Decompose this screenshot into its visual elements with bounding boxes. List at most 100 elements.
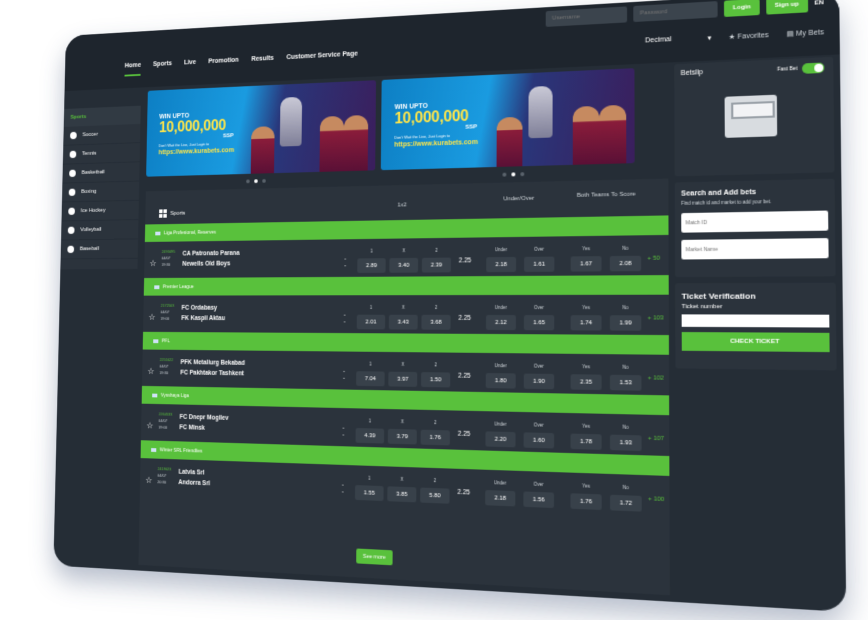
odds-button[interactable]: 1.65 — [523, 315, 555, 331]
odds-button[interactable]: 1.50 — [420, 372, 451, 388]
language-selector[interactable]: EN — [814, 0, 823, 7]
odds-button[interactable]: 4.39 — [355, 427, 385, 444]
match-teams[interactable]: FC Ordabasy FK Kaspii Aktau — [181, 303, 225, 324]
fast-bet: Fast Bet — [777, 62, 825, 75]
more-markets-link[interactable]: + 50 — [647, 256, 660, 262]
odds-button[interactable]: 7.04 — [356, 371, 385, 387]
odds-button[interactable]: 1.80 — [485, 373, 516, 389]
odds-button[interactable]: 3.85 — [387, 486, 417, 503]
carousel-dot[interactable] — [262, 179, 266, 183]
more-markets-link[interactable]: + 100 — [648, 496, 664, 503]
nav-sports[interactable]: Sports — [153, 60, 172, 75]
favorite-star-icon[interactable]: ☆ — [146, 421, 153, 432]
flag-icon — [153, 338, 159, 343]
odds-button[interactable]: 1.76 — [570, 493, 602, 510]
login-button[interactable]: Login — [724, 0, 760, 17]
score-dashes: -- — [344, 256, 347, 270]
away-team: Andorra Srl — [178, 479, 211, 488]
odds-button[interactable]: 2.18 — [486, 256, 517, 273]
odds-button[interactable]: 1.55 — [354, 485, 384, 502]
promo-banner-2[interactable]: WIN UPTO 10,000,000 SSP Don't Wait the L… — [380, 68, 635, 171]
odds-button[interactable]: 2.39 — [421, 257, 451, 273]
odds-button[interactable]: 1.74 — [570, 315, 602, 331]
odds-button[interactable]: 1.56 — [523, 491, 555, 509]
match-id-input[interactable] — [681, 210, 829, 233]
odds-button[interactable]: 1.76 — [420, 429, 450, 446]
username-input[interactable] — [546, 6, 628, 27]
odds-button[interactable]: 1.99 — [609, 315, 642, 331]
nav-customer-service[interactable]: Customer Service Page — [286, 51, 358, 69]
odds-button[interactable]: 5.80 — [420, 487, 450, 504]
odds-button[interactable]: 1.72 — [610, 494, 642, 512]
check-ticket-button[interactable]: CHECK TICKET — [681, 332, 830, 353]
odds-button[interactable]: 1.67 — [570, 256, 602, 272]
sidebar-item-boxing[interactable]: Boxing — [61, 181, 140, 203]
banner-text: WIN UPTO 10,000,000 SSP Don't Wait the L… — [158, 111, 234, 156]
odds-button[interactable]: 1.90 — [523, 373, 555, 390]
promo-banner-1[interactable]: WIN UPTO 10,000,000 SSP Don't Wait the L… — [146, 80, 377, 177]
favorite-star-icon[interactable]: ☆ — [147, 366, 154, 376]
events-title: Sports — [159, 209, 185, 218]
odds-label: Over — [533, 481, 544, 488]
home-team: CA Patronato Parana — [182, 250, 240, 258]
player-image — [572, 105, 600, 165]
odds-button[interactable]: 2.89 — [357, 258, 386, 273]
odds-button[interactable]: 2.18 — [485, 489, 516, 507]
sidebar-item-tennis[interactable]: Tennis — [62, 143, 141, 165]
carousel-dot[interactable] — [254, 179, 258, 184]
see-more-button[interactable]: See more — [356, 548, 393, 566]
favorite-star-icon[interactable]: ☆ — [148, 312, 155, 322]
odds-button[interactable]: 1.61 — [524, 256, 555, 272]
nav-live[interactable]: Live — [184, 59, 196, 73]
favorites-link[interactable]: ★ Favorites — [729, 31, 769, 41]
odds-button[interactable]: 3.97 — [388, 371, 418, 387]
odds-button[interactable]: 1.93 — [609, 434, 642, 452]
favorite-star-icon[interactable]: ☆ — [149, 258, 156, 268]
carousel-dot[interactable] — [246, 179, 250, 184]
odds-button[interactable]: 2.35 — [570, 374, 602, 391]
password-input[interactable] — [633, 1, 718, 23]
sidebar-item-baseball[interactable]: Baseball — [60, 239, 139, 260]
odds-button[interactable]: 2.08 — [609, 255, 642, 272]
flag-icon — [152, 393, 158, 397]
odds-button[interactable]: 1.53 — [609, 374, 642, 391]
sidebar-item-ice-hockey[interactable]: Ice Hockey — [61, 200, 139, 222]
carousel-dot[interactable] — [502, 172, 507, 177]
favorite-star-icon[interactable]: ☆ — [145, 475, 152, 486]
odds-button[interactable]: 1.60 — [523, 432, 555, 449]
carousel-dot[interactable] — [511, 172, 516, 177]
search-bets-subtitle: Find match id and market to add your bet… — [681, 198, 772, 206]
carousel-dot[interactable] — [520, 172, 525, 177]
nav-promotion[interactable]: Promotion — [208, 57, 239, 72]
soccer-icon — [69, 131, 77, 140]
more-markets-link[interactable]: + 102 — [648, 375, 664, 381]
more-markets-link[interactable]: + 103 — [648, 315, 664, 321]
match-teams[interactable]: PFK Metallurg Bekabad FC Pakhtakor Tashke… — [180, 357, 245, 379]
odds-button[interactable]: 3.43 — [388, 314, 418, 330]
odds-button[interactable]: 2.12 — [485, 314, 516, 331]
fast-bet-toggle[interactable] — [801, 62, 825, 74]
odds-label: X — [400, 419, 404, 425]
match-teams[interactable]: FC Dnepr Mogilev FC Minsk — [179, 412, 228, 434]
odds-label: 2 — [434, 362, 437, 368]
odds-button[interactable]: 1.78 — [570, 433, 602, 450]
sidebar-item-basketball[interactable]: Basketball — [62, 162, 140, 184]
nav-home[interactable]: Home — [124, 62, 142, 77]
more-markets-link[interactable]: + 107 — [648, 436, 664, 443]
odds-button[interactable]: 3.68 — [421, 314, 451, 330]
ticket-number-input[interactable] — [681, 314, 830, 328]
away-team: FK Kaspii Aktau — [181, 315, 226, 322]
odds-button[interactable]: 2.20 — [485, 431, 516, 448]
nav-results[interactable]: Results — [251, 55, 274, 70]
odds-format-select[interactable]: Decimal ▾ — [645, 34, 711, 46]
handicap-line: 2.25 — [458, 314, 471, 322]
my-bets-link[interactable]: ▤ My Bets — [786, 28, 824, 38]
odds-button[interactable]: 3.40 — [389, 257, 419, 273]
match-teams[interactable]: Latvia Srl Andorra Srl — [178, 467, 210, 489]
odds-button[interactable]: 2.01 — [356, 314, 386, 330]
sidebar-item-volleyball[interactable]: Volleyball — [61, 220, 139, 241]
signup-button[interactable]: Sign up — [765, 0, 808, 15]
odds-button[interactable]: 3.79 — [387, 428, 417, 445]
match-teams[interactable]: CA Patronato Parana Newells Old Boys — [182, 248, 239, 269]
market-name-input[interactable] — [681, 238, 829, 260]
